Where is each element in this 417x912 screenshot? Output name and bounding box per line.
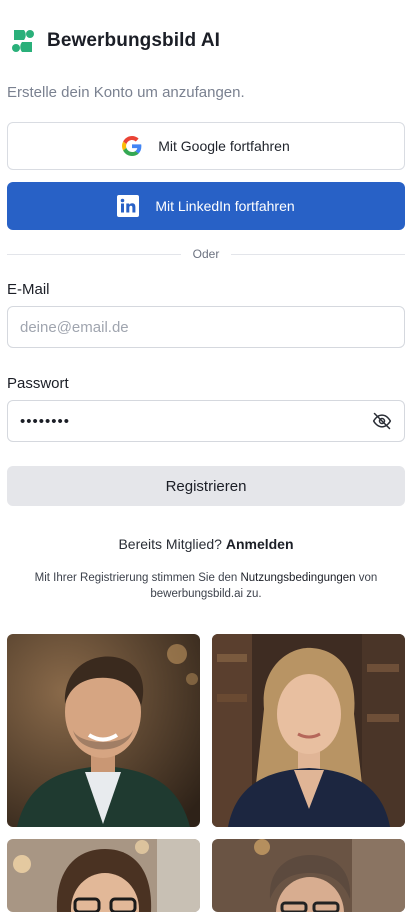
- signin-link[interactable]: Anmelden: [226, 536, 294, 552]
- gallery-photo-woman-glasses: [7, 839, 200, 912]
- linkedin-signin-label: Mit LinkedIn fortfahren: [155, 198, 295, 214]
- google-signin-button[interactable]: Mit Google fortfahren: [7, 122, 405, 170]
- signin-prompt: Bereits Mitglied? Anmelden: [0, 536, 412, 552]
- divider-text: Oder: [192, 247, 220, 261]
- member-text: Bereits Mitglied?: [118, 536, 222, 552]
- linkedin-icon: [117, 195, 140, 217]
- google-signin-label: Mit Google fortfahren: [158, 138, 290, 154]
- email-label: E-Mail: [7, 281, 50, 298]
- app-title: Bewerbungsbild AI: [47, 30, 221, 51]
- app-logo-icon: [10, 28, 36, 54]
- app-header: Bewerbungsbild AI: [10, 28, 220, 54]
- gallery-photo-woman-navy-blazer: [212, 634, 405, 827]
- gallery-photo-man-glasses: [212, 839, 405, 912]
- divider-line-left: [7, 253, 181, 255]
- register-button[interactable]: Registrieren: [7, 466, 405, 506]
- or-divider: Oder: [7, 246, 405, 262]
- gallery-photo-man-green-suit: [7, 634, 200, 827]
- toggle-password-visibility-icon[interactable]: [372, 411, 392, 431]
- email-input[interactable]: [7, 306, 405, 348]
- google-icon: [122, 136, 142, 156]
- password-input[interactable]: [7, 400, 405, 442]
- register-label: Registrieren: [165, 477, 247, 495]
- password-label: Passwort: [7, 375, 69, 392]
- signup-subtitle: Erstelle dein Konto um anzufangen.: [7, 84, 245, 101]
- terms-prefix: Mit Ihrer Registrierung stimmen Sie den: [34, 572, 238, 584]
- linkedin-signin-button[interactable]: Mit LinkedIn fortfahren: [7, 182, 405, 230]
- terms-link[interactable]: Nutzungsbedingungen: [240, 572, 355, 584]
- divider-line-right: [231, 253, 405, 255]
- terms-notice: Mit Ihrer Registrierung stimmen Sie den …: [0, 570, 412, 602]
